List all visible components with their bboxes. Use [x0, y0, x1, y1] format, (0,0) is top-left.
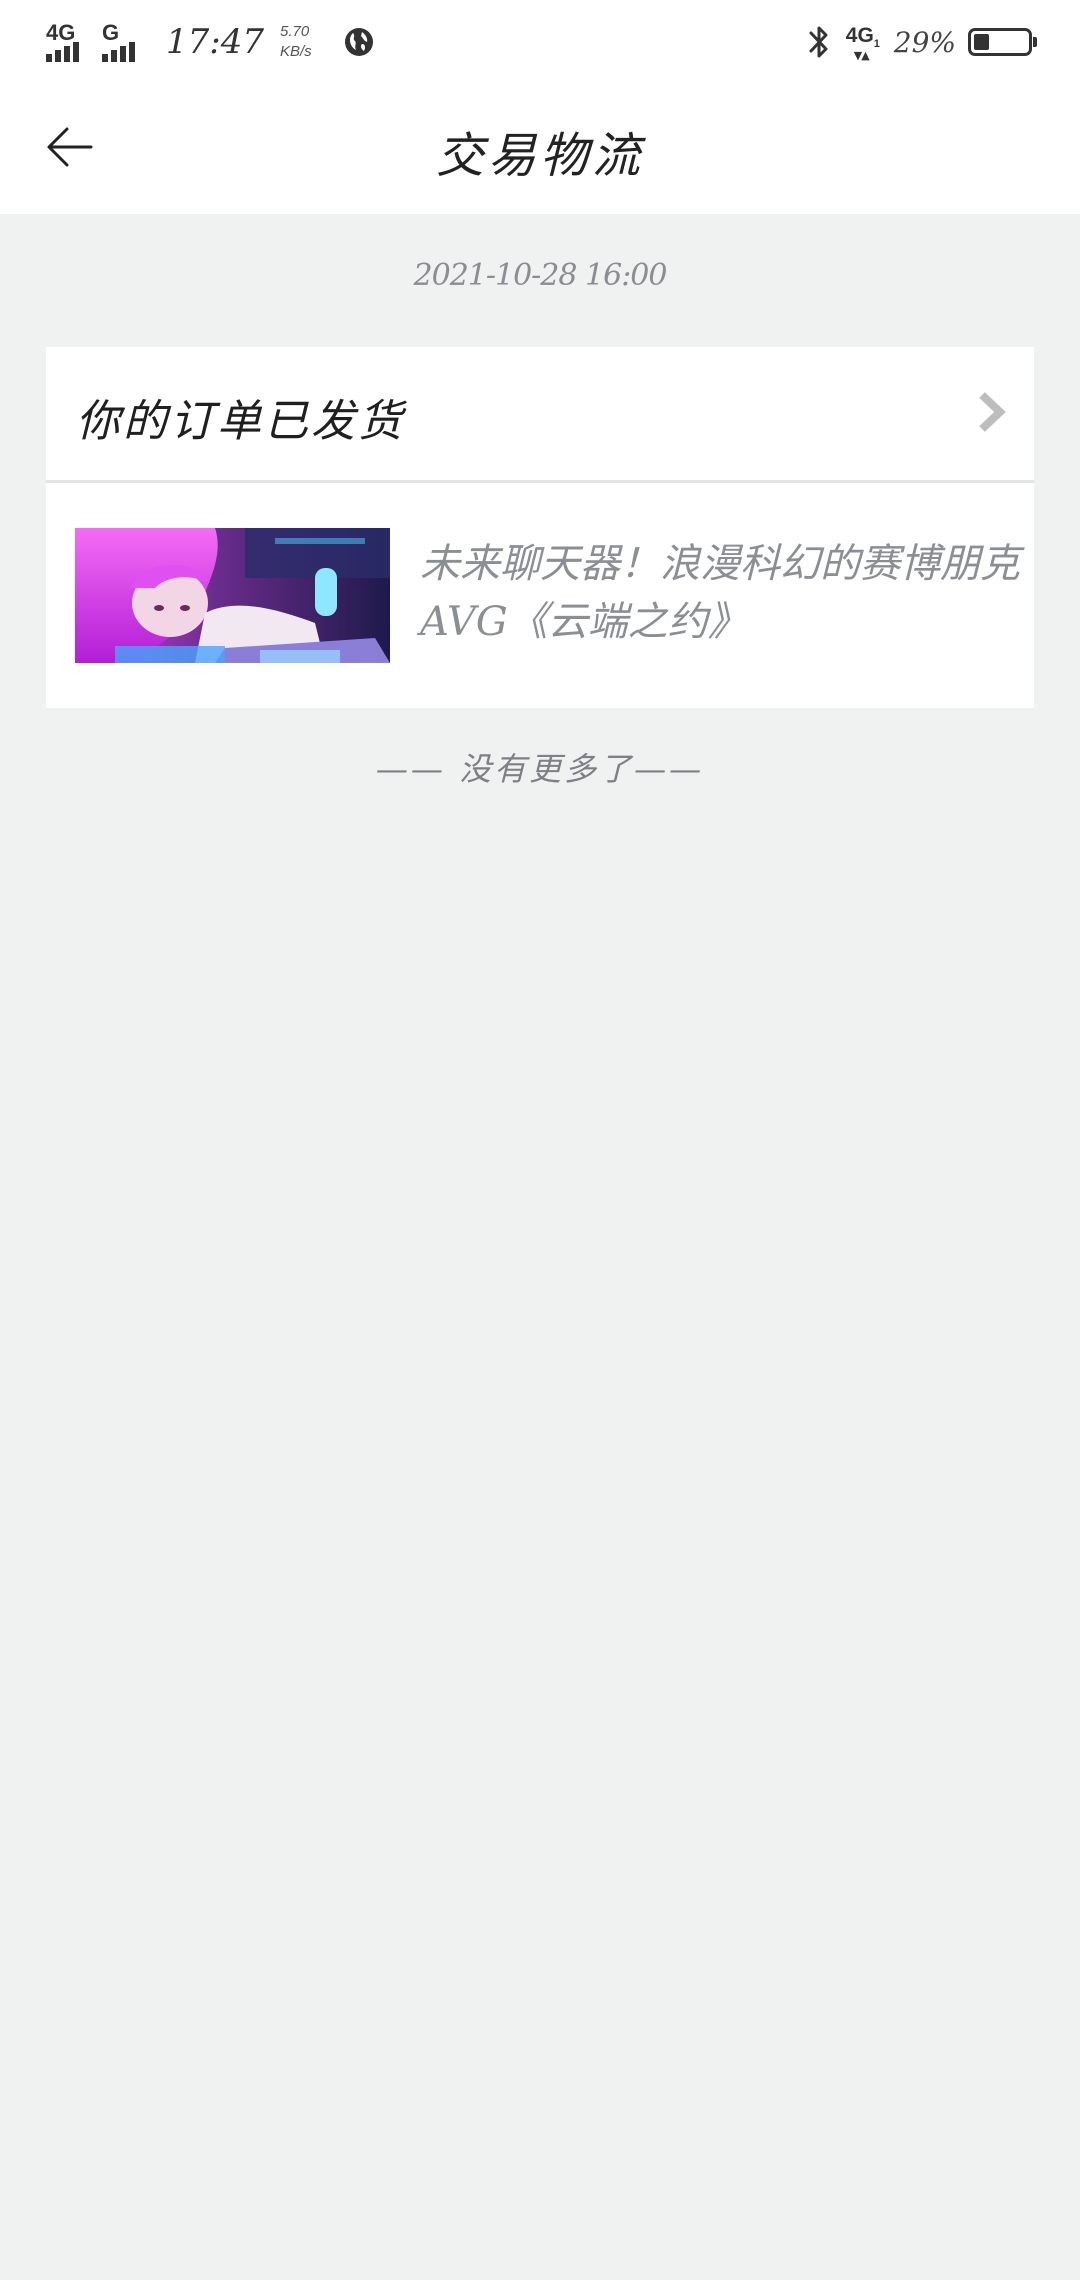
network-speed: 5.70 KB/s [280, 22, 312, 62]
bluetooth-icon [809, 26, 828, 58]
signal-icon: 4G [46, 20, 92, 64]
status-bar-right: 4G1 ▼▲ 29% [806, 18, 1037, 66]
network-type-1: 4G [46, 20, 76, 45]
status-bar: 4G G 17:47 5.70 KB/s 4G1 ▼▲ 29% [0, 0, 1080, 84]
product-row[interactable]: 未来聊天器！浪漫科幻的赛博朋克AVG《云端之约》 [46, 483, 1034, 708]
message-timestamp: 2021-10-28 16:00 [413, 258, 668, 293]
battery-icon [968, 28, 1037, 56]
page-title: 交易物流 [435, 128, 644, 184]
logistics-card: 你的订单已发货 未来聊天器！浪漫科幻的赛博朋克AVG《云端之约》 [46, 347, 1034, 708]
network-speed-unit: KB/s [279, 43, 312, 60]
battery-percentage: 29% [893, 25, 956, 59]
status-bar-left: 4G G 17:47 5.70 KB/s [46, 18, 374, 66]
order-status-row[interactable]: 你的订单已发货 [46, 347, 1034, 483]
product-thumbnail[interactable] [75, 528, 390, 663]
clock: 17:47 [166, 22, 264, 62]
product-image [75, 528, 390, 663]
no-more-indicator: —— 没有更多了—— [375, 750, 705, 788]
mobile-data-icon: 4G1 ▼▲ [845, 24, 880, 62]
app-header: 交易物流 [0, 84, 1080, 214]
mobile-data-label: 4G1 [845, 24, 880, 51]
order-status-title: 你的订单已发货 [76, 396, 405, 447]
network-type-2: G [102, 20, 120, 45]
signal-icon-2: G [102, 20, 148, 64]
network-speed-value: 5.70 [279, 23, 310, 40]
product-title: 未来聊天器！浪漫科幻的赛博朋克AVG《云端之约》 [420, 541, 1020, 645]
battery-level [974, 34, 989, 50]
globe-icon [344, 28, 373, 56]
chevron-right-icon [979, 392, 1006, 432]
